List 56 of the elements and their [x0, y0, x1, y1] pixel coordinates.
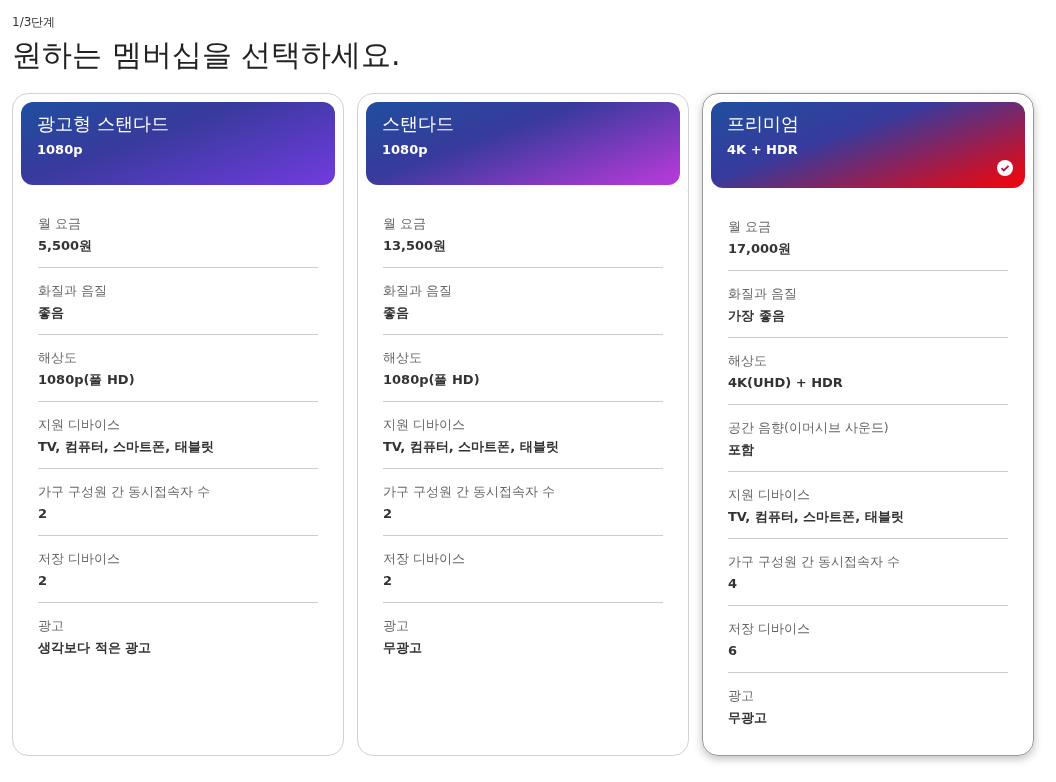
- feature-value: 좋음: [38, 304, 65, 322]
- feature-label: 화질과 음질: [383, 282, 453, 300]
- feature-label: 저장 디바이스: [38, 550, 121, 568]
- plan-name: 프리미엄: [727, 112, 800, 136]
- feature-value: 4: [728, 575, 739, 593]
- plan-resolution: 1080p: [37, 142, 84, 157]
- feature-label: 광고: [728, 687, 755, 705]
- feature-value: 4K(UHD) + HDR: [728, 374, 844, 392]
- feature-label: 광고: [383, 617, 410, 635]
- feature-value: 17,000원: [728, 240, 793, 258]
- plan-name: 스탠다드: [382, 112, 455, 136]
- plan-card[interactable]: 광고형 스탠다드 1080p 월 요금 5,500원 화질과 음질 좋음 해상도 1080p(풀 HD) 지원 디바이스 TV, 컴퓨터, 스마트폰, 태블릿 가구 구성원 간 동시접속자 수 2 저장 디바이스 2 광고 생각보다 적은 광고: [12, 93, 344, 756]
- feature-label: 해상도: [728, 352, 768, 370]
- feature-label: 지원 디바이스: [728, 486, 811, 504]
- plan-name: 광고형 스탠다드: [37, 112, 170, 136]
- step-indicator: 1/3단계: [12, 14, 56, 31]
- feature-value: 2: [383, 505, 394, 523]
- page-title: 원하는 멤버십을 선택하세요.: [12, 36, 401, 74]
- feature-label: 월 요금: [38, 215, 82, 233]
- feature-value: 가장 좋음: [728, 307, 786, 325]
- feature-value: 1080p(풀 HD): [38, 371, 136, 389]
- feature-value: 2: [383, 572, 394, 590]
- plan-resolution: 1080p: [382, 142, 429, 157]
- feature-label: 화질과 음질: [38, 282, 108, 300]
- feature-value: 5,500원: [38, 237, 94, 255]
- feature-value: 2: [38, 572, 49, 590]
- feature-label: 지원 디바이스: [38, 416, 121, 434]
- feature-value: 1080p(풀 HD): [383, 371, 481, 389]
- feature-label: 가구 구성원 간 동시접속자 수: [728, 553, 901, 571]
- feature-value: 6: [728, 642, 739, 660]
- feature-value: TV, 컴퓨터, 스마트폰, 태블릿: [38, 438, 215, 456]
- plan-resolution: 4K + HDR: [727, 142, 799, 157]
- feature-label: 광고: [38, 617, 65, 635]
- feature-value: 13,500원: [383, 237, 448, 255]
- feature-label: 해상도: [383, 349, 423, 367]
- plan-card[interactable]: 프리미엄 4K + HDR 월 요금 17,000원 화질과 음질 가장 좋음 해상도 4K(UHD) + HDR 공간 음향(이머시브 사운드) 포함 지원 디바이스 TV, 컴퓨터, 스마트폰, 태블릿 가구 구성원 간 동시접속자 수 4 저장 디바이스 6 광고 무광고: [702, 93, 1034, 756]
- feature-value: 2: [38, 505, 49, 523]
- plan-card[interactable]: 스탠다드 1080p 월 요금 13,500원 화질과 음질 좋음 해상도 1080p(풀 HD) 지원 디바이스 TV, 컴퓨터, 스마트폰, 태블릿 가구 구성원 간 동시접속자 수 2 저장 디바이스 2 광고 무광고: [357, 93, 689, 756]
- feature-label: 저장 디바이스: [728, 620, 811, 638]
- feature-value: 포함: [728, 441, 755, 459]
- feature-value: TV, 컴퓨터, 스마트폰, 태블릿: [383, 438, 560, 456]
- feature-value: 무광고: [728, 709, 768, 727]
- feature-label: 가구 구성원 간 동시접속자 수: [38, 483, 211, 501]
- feature-label: 화질과 음질: [728, 285, 798, 303]
- feature-value: 무광고: [383, 639, 423, 657]
- feature-label: 월 요금: [383, 215, 427, 233]
- feature-label: 가구 구성원 간 동시접속자 수: [383, 483, 556, 501]
- feature-label: 저장 디바이스: [383, 550, 466, 568]
- feature-value: 생각보다 적은 광고: [38, 639, 153, 657]
- feature-label: 공간 음향(이머시브 사운드): [728, 419, 890, 437]
- feature-label: 지원 디바이스: [383, 416, 466, 434]
- feature-label: 해상도: [38, 349, 78, 367]
- feature-value: TV, 컴퓨터, 스마트폰, 태블릿: [728, 508, 905, 526]
- checkmark-icon: [997, 160, 1013, 176]
- feature-value: 좋음: [383, 304, 410, 322]
- feature-label: 월 요금: [728, 218, 772, 236]
